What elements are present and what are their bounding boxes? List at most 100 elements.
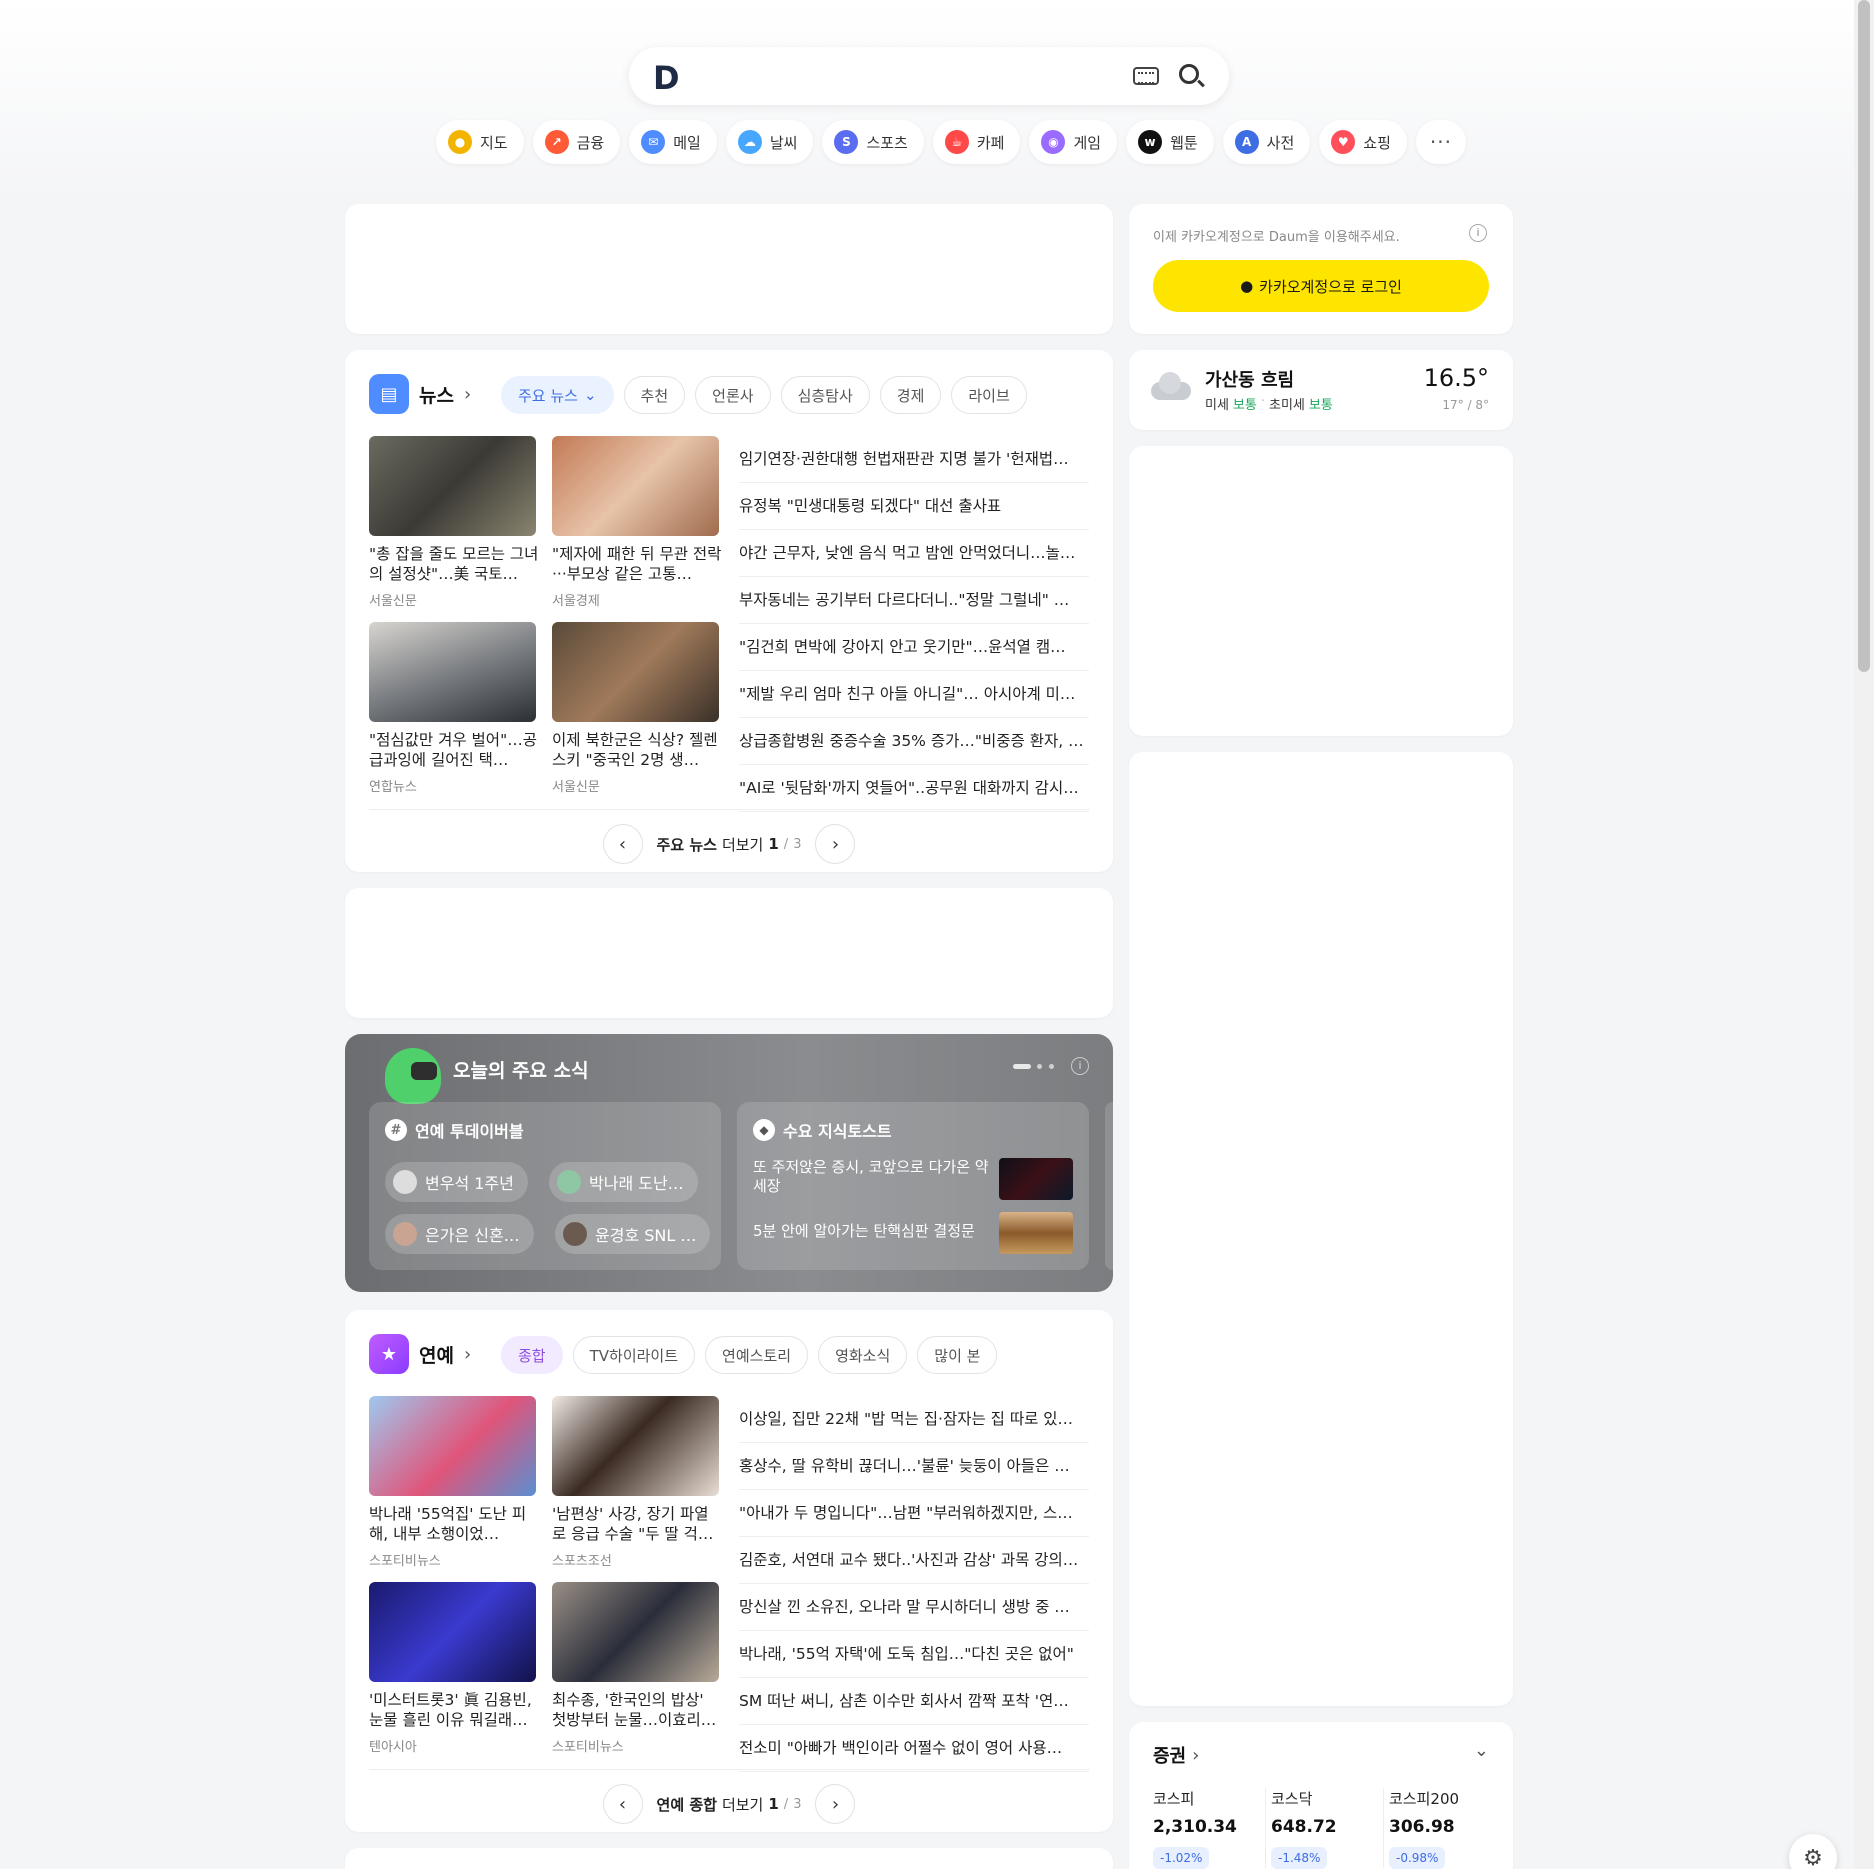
headline-item[interactable]: SM 떠난 써니, 삼촌 이수만 회사서 깜짝 포착 '연… [739,1678,1089,1725]
carousel-dot-active[interactable] [1013,1064,1031,1069]
tab-most-viewed[interactable]: 많이 본 [917,1336,998,1374]
news-card-caption[interactable]: "총 잡을 줄도 모르는 그녀의 설정샷"…美 국토… [369,544,539,584]
pager-text[interactable]: 주요 뉴스 더보기 1/3 [657,834,802,855]
info-icon[interactable]: i [1469,224,1487,242]
service-dictionary[interactable]: A 사전 [1222,120,1311,164]
daum-logo[interactable]: D [653,59,680,97]
game-icon: ◉ [1041,130,1066,154]
prev-page-button[interactable]: ‹ [602,824,643,864]
next-page-button[interactable]: › [815,1784,856,1824]
bubble-chip[interactable]: 은가은 신혼… [385,1214,534,1254]
service-map-pin[interactable]: ● 지도 [436,120,524,164]
ent-card-caption[interactable]: '남편상' 사강, 장기 파열로 응급 수술 "두 딸 걱… [552,1504,722,1544]
toast-thumbnail[interactable] [999,1158,1073,1200]
stock-item-kosdaq[interactable]: 코스닥 648.72 -1.48% [1271,1788,1381,1869]
next-page-button[interactable]: › [815,824,856,864]
toast-item[interactable]: 5분 안에 알아가는 탄핵심판 결정문 [753,1222,993,1241]
toast-thumbnail[interactable] [999,1212,1073,1254]
ent-thumbnail[interactable] [369,1396,536,1496]
ent-card-caption[interactable]: 박나래 '55억집' 도난 피해, 내부 소행이었… [369,1504,539,1544]
tab-press[interactable]: 언론사 [695,376,771,414]
search-bar[interactable]: D [629,47,1229,105]
toast-header[interactable]: ◆ 수요 지식토스트 [753,1118,892,1142]
tab-live[interactable]: 라이브 [951,376,1027,414]
ent-card-caption[interactable]: '미스터트롯3' 眞 김용빈, 눈물 흘린 이유 뭐길래… [369,1690,539,1730]
service-finance[interactable]: ↗ 금융 [532,120,621,164]
headline-item[interactable]: 이상일, 집만 22채 "밥 먹는 집·잠자는 집 따로 있… [739,1396,1089,1443]
tab-main-news[interactable]: 주요 뉴스 ⌄ [501,376,614,414]
news-thumbnail[interactable] [369,622,536,722]
news-thumbnail[interactable] [552,436,719,536]
headline-item[interactable]: 전소미 "아빠가 백인이라 어쩔수 없이 영어 사용… [739,1725,1089,1772]
tab-overall[interactable]: 종합 [501,1336,563,1374]
service-webtoon[interactable]: w 웹툰 [1126,120,1214,164]
ent-card-caption[interactable]: 최수종, '한국인의 밥상' 첫방부터 눈물…이효리… [552,1690,722,1730]
news-card-caption[interactable]: 이제 북한군은 식상? 젤렌스키 "중국인 2명 생… [552,730,722,770]
ad-side-2[interactable] [1129,752,1513,1706]
pager-text[interactable]: 연예 종합 더보기 1/3 [657,1794,802,1815]
headline-item[interactable]: 망신살 낀 소유진, 오나라 말 무시하더니 생방 중 … [739,1584,1089,1631]
dust-value: 보통 [1232,398,1257,413]
tab-tv-highlight[interactable]: TV하이라이트 [572,1336,696,1374]
carousel-dot[interactable] [1037,1064,1042,1069]
headline-item[interactable]: 박나래, '55억 자택'에 도둑 침입…"다친 곳은 없어" [739,1631,1089,1678]
news-card-caption[interactable]: "제자에 패한 뒤 무관 전락···부모상 같은 고통… [552,544,722,584]
keyboard-icon[interactable] [1133,67,1159,85]
ad-side-1[interactable] [1129,446,1513,736]
headline-item[interactable]: "김건희 면박에 강아지 안고 웃기만"…윤석열 캠… [739,624,1089,671]
headline-item[interactable]: "AI로 '뒷담화'까지 엿들어"..공무원 대화까지 감시… [739,765,1089,812]
weather-widget[interactable]: 가산동 흐림 미세 보통 · 초미세 보통 16.5° 17° / 8° [1129,350,1513,430]
headline-item[interactable]: "제발 우리 엄마 친구 아들 아니길"… 아시아계 미… [739,671,1089,718]
more-services-button[interactable]: ··· [1415,120,1466,164]
tab-investigation[interactable]: 심층탐사 [780,376,870,414]
service-cafe[interactable]: ☕ 카페 [932,120,1021,164]
tab-recommend[interactable]: 추천 [623,376,686,414]
bubble-header[interactable]: # 연예 투데이버블 [385,1118,524,1142]
service-mail[interactable]: ✉ 메일 [629,120,717,164]
ent-header[interactable]: ★ 연예 › [369,1334,471,1374]
headline-item[interactable]: 유정복 "민생대통령 되겠다" 대선 출사표 [739,483,1089,530]
news-header[interactable]: ▤ 뉴스 › [369,374,471,414]
service-sports[interactable]: S 스포츠 [822,120,924,164]
page-scrollbar[interactable] [1854,0,1874,1869]
tab-movie[interactable]: 영화소식 [818,1336,908,1374]
headline-item[interactable]: 야간 근무자, 낮엔 음식 먹고 밤엔 안먹었더니…놀… [739,530,1089,577]
service-game[interactable]: ◉ 게임 [1029,120,1118,164]
kakao-login-button[interactable]: ● 카카오계정으로 로그인 [1153,260,1489,312]
toast-item[interactable]: 또 주저앉은 증시, 코앞으로 다가온 약세장 [753,1158,993,1196]
news-card-caption[interactable]: "점심값만 겨우 벌어"…공급과잉에 길어진 택… [369,730,539,770]
news-thumbnail[interactable] [552,622,719,722]
headline-item[interactable]: 부자동네는 공기부터 다르다더니.."정말 그럴네" … [739,577,1089,624]
news-thumbnail[interactable] [369,436,536,536]
tab-label: 주요 뉴스 [518,386,578,405]
bubble-chip[interactable]: 윤경호 SNL … [555,1214,711,1254]
service-weather[interactable]: ☁ 날씨 [725,120,814,164]
carousel-dot[interactable] [1049,1064,1054,1069]
mascot-image [385,1048,441,1104]
scrollbar-thumb[interactable] [1858,0,1870,672]
search-icon[interactable] [1179,64,1199,84]
stock-header[interactable]: 증권 › [1153,1742,1199,1768]
headline-item[interactable]: 상급종합병원 중증수술 35% 증가…"비중증 환자, … [739,718,1089,765]
headline-item[interactable]: 홍상수, 딸 유학비 끊더니…'불륜' 늦둥이 아들은 … [739,1443,1089,1490]
ent-thumbnail[interactable] [552,1582,719,1682]
ad-banner-top[interactable] [345,204,1113,334]
bubble-chip[interactable]: 변우석 1주년 [385,1162,528,1202]
tab-economy[interactable]: 경제 [879,376,942,414]
headline-item[interactable]: 임기연장·권한대행 헌법재판관 지명 불가 '헌재법… [739,436,1089,483]
settings-gear-icon[interactable]: ⚙ [1789,1834,1837,1869]
shopping-icon: ♥ [1331,130,1356,154]
prev-page-button[interactable]: ‹ [602,1784,643,1824]
ent-thumbnail[interactable] [552,1396,719,1496]
ad-banner-middle[interactable] [345,888,1113,1018]
headline-item[interactable]: 김준호, 서연대 교수 됐다..'사진과 감상' 과목 강의… [739,1537,1089,1584]
tab-ent-story[interactable]: 연예스토리 [705,1336,809,1374]
bubble-chip[interactable]: 박나래 도난… [549,1162,698,1202]
chevron-down-icon[interactable]: ⌄ [1474,1740,1489,1761]
ent-thumbnail[interactable] [369,1582,536,1682]
service-shopping[interactable]: ♥ 쇼핑 [1319,120,1407,164]
stock-item-kospi[interactable]: 코스피 2,310.34 -1.02% [1153,1788,1263,1869]
headline-item[interactable]: "아내가 두 명입니다"…남편 "부러워하겠지만, 스… [739,1490,1089,1537]
info-icon[interactable]: i [1071,1057,1089,1075]
stock-item-kospi200[interactable]: 코스피200 306.98 -0.98% [1389,1788,1499,1869]
